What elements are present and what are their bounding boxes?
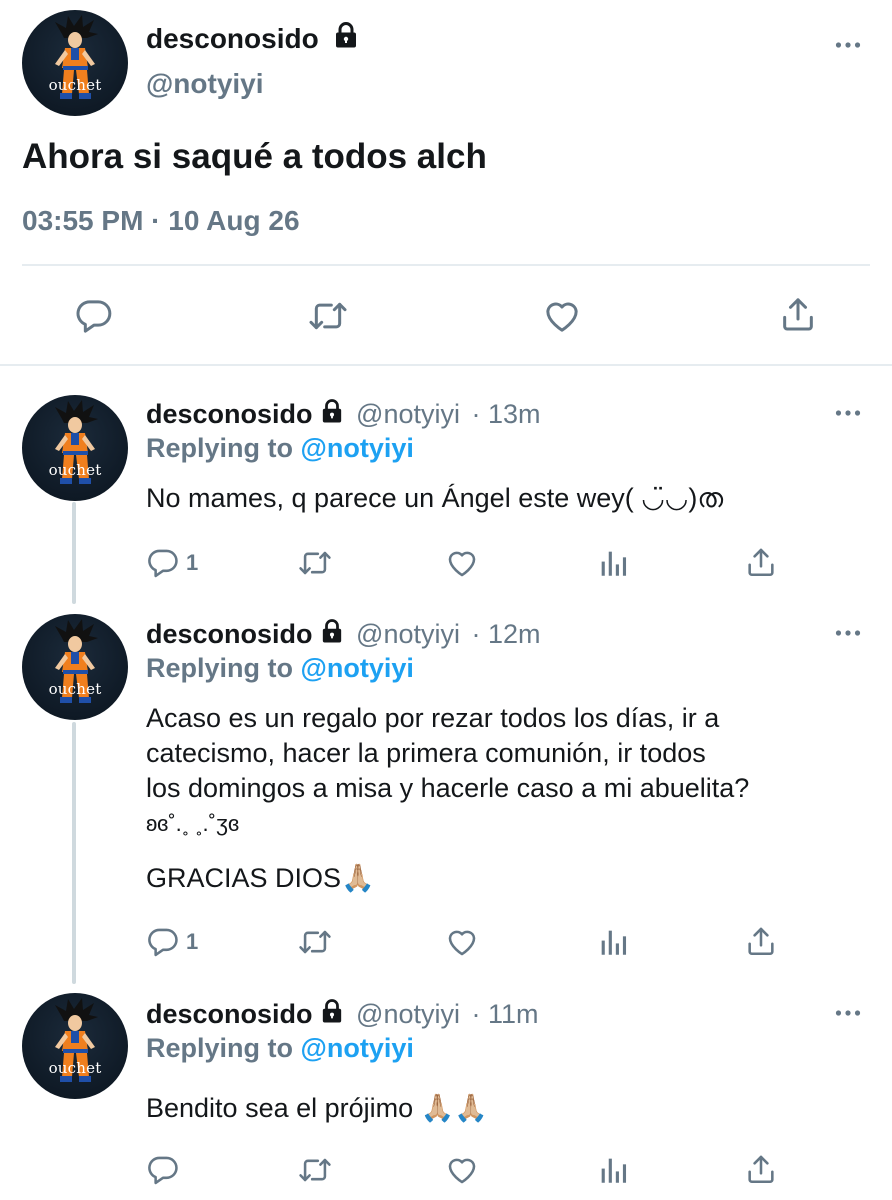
replying-to-handle-link[interactable]: @notyiyi [301, 1033, 414, 1063]
reply-text-line: catecismo, hacer la primera comunión, ir… [146, 738, 706, 768]
reply-bubble-icon[interactable] [74, 296, 114, 336]
replying-to: Replying to @notyiyi [146, 1033, 414, 1064]
main-tweet-author[interactable]: desconosido [146, 22, 358, 55]
analytics-icon[interactable] [596, 1153, 630, 1187]
heart-icon[interactable] [445, 546, 479, 580]
more-horizontal-icon[interactable] [835, 628, 861, 638]
divider [22, 264, 870, 266]
more-horizontal-icon[interactable] [835, 408, 861, 418]
reply-header: desconosido @notyiyi · 12m [146, 619, 541, 650]
main-tweet-timestamp[interactable]: 03:55 PM · 10 Aug 26 [22, 205, 300, 237]
reply-text-line: los domingos a misa y hacerle caso a mi … [146, 773, 750, 803]
lock-icon [321, 399, 343, 423]
more-horizontal-icon[interactable] [835, 40, 861, 50]
goku-avatar-image [22, 10, 128, 116]
display-name[interactable]: desconosido [146, 399, 313, 429]
more-horizontal-icon[interactable] [835, 1008, 861, 1018]
relative-time[interactable]: · 13m [472, 399, 541, 429]
replying-to-label: Replying to [146, 433, 293, 463]
avatar-reply[interactable]: ouchet [22, 614, 128, 720]
reply-header: desconosido @notyiyi · 13m [146, 399, 541, 430]
thread-line [72, 502, 76, 604]
reply-text-line: ʚɞ˚.˳ ˳.˚ʒɞ [146, 811, 240, 836]
avatar-reply[interactable]: ouchet [22, 395, 128, 501]
handle[interactable]: @notyiyi [356, 399, 460, 429]
main-tweet-text: Ahora si saqué a todos alch [22, 137, 487, 176]
avatar-main-tweet[interactable]: ouchet [22, 10, 128, 116]
heart-icon[interactable] [445, 925, 479, 959]
share-icon[interactable] [744, 545, 778, 579]
replying-to-handle-link[interactable]: @notyiyi [301, 433, 414, 463]
replying-to-label: Replying to [146, 653, 293, 683]
avatar-reply[interactable]: ouchet [22, 993, 128, 1099]
retweet-icon[interactable] [298, 1153, 332, 1187]
reply-count: 1 [186, 929, 199, 954]
replying-to-handle-link[interactable]: @notyiyi [301, 653, 414, 683]
analytics-icon[interactable] [596, 925, 630, 959]
reply-text: No mames, q parece un Ángel este wey( ◡̈… [146, 483, 724, 513]
goku-avatar-image [22, 614, 128, 720]
reply-header: desconosido @notyiyi · 11m [146, 999, 539, 1030]
heart-icon[interactable] [445, 1153, 479, 1187]
relative-time[interactable]: · 12m [472, 619, 541, 649]
divider [0, 364, 892, 366]
reply-bubble-icon[interactable] [146, 546, 180, 580]
handle[interactable]: @notyiyi [356, 999, 460, 1029]
analytics-icon[interactable] [596, 546, 630, 580]
goku-avatar-image [22, 993, 128, 1099]
avatar-caption: ouchet [48, 680, 102, 698]
reply-bubble-icon[interactable] [146, 1153, 180, 1187]
avatar-caption: ouchet [48, 76, 102, 94]
share-icon[interactable] [744, 1152, 778, 1186]
display-name[interactable]: desconosido [146, 999, 313, 1029]
reply-text: Bendito sea el prójimo 🙏🏼🙏🏼 [146, 1093, 488, 1123]
replying-to: Replying to @notyiyi [146, 433, 414, 464]
retweet-icon[interactable] [298, 546, 332, 580]
heart-icon[interactable] [542, 296, 582, 336]
retweet-icon[interactable] [308, 296, 348, 336]
replying-to: Replying to @notyiyi [146, 653, 414, 684]
thread-line [72, 722, 76, 984]
avatar-caption: ouchet [48, 1059, 102, 1077]
reply-count: 1 [186, 550, 199, 575]
lock-icon [321, 999, 343, 1023]
lock-icon [321, 619, 343, 643]
avatar-caption: ouchet [48, 461, 102, 479]
reply-bubble-icon[interactable] [146, 925, 180, 959]
retweet-icon[interactable] [298, 925, 332, 959]
relative-time[interactable]: · 11m [472, 999, 539, 1029]
replying-to-label: Replying to [146, 1033, 293, 1063]
main-tweet-handle[interactable]: @notyiyi [146, 68, 264, 100]
reply-text-line: GRACIAS DIOS🙏🏼 [146, 863, 375, 893]
goku-avatar-image [22, 395, 128, 501]
handle[interactable]: @notyiyi [356, 619, 460, 649]
share-icon[interactable] [778, 294, 818, 334]
display-name[interactable]: desconosido [146, 619, 313, 649]
lock-icon [334, 22, 358, 48]
display-name: desconosido [146, 23, 319, 54]
reply-text-line: Acaso es un regalo por rezar todos los d… [146, 703, 720, 733]
share-icon[interactable] [744, 924, 778, 958]
